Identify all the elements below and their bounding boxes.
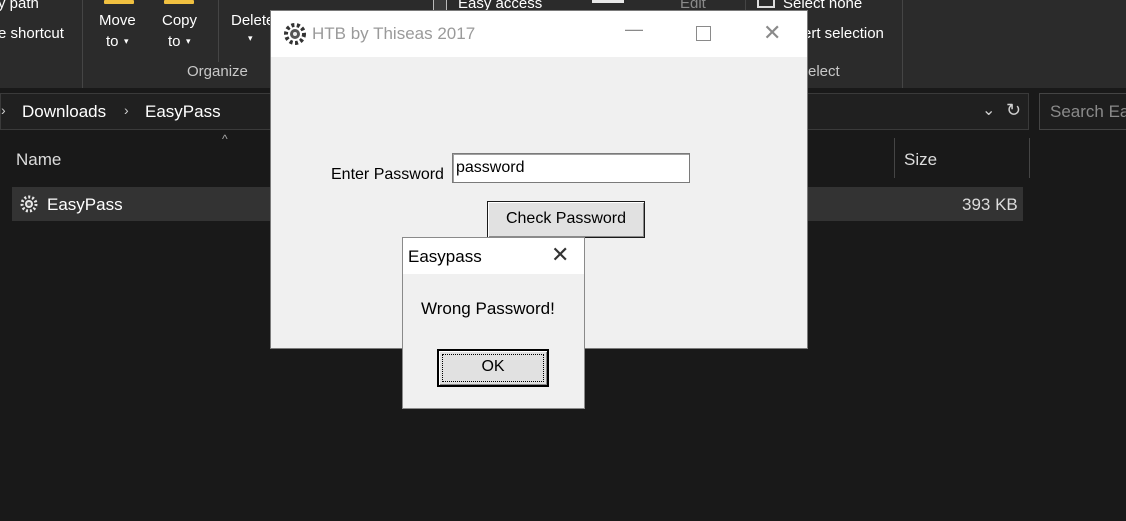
minimize-icon[interactable]: — — [625, 19, 643, 40]
search-placeholder: Search Ea — [1050, 102, 1126, 121]
chevron-right-icon: › — [1, 102, 6, 118]
move-to-folder-icon — [104, 0, 134, 4]
window-title: HTB by Thiseas 2017 — [312, 24, 476, 43]
file-name: EasyPass — [47, 195, 123, 214]
title-bar[interactable]: HTB by Thiseas 2017 — ✕ — [271, 11, 807, 57]
select-none-icon — [757, 0, 775, 8]
gear-app-icon — [20, 195, 38, 213]
properties-icon — [592, 0, 624, 3]
gear-app-icon — [284, 23, 306, 45]
search-input[interactable]: Search Ea — [1039, 93, 1126, 130]
chevron-down-icon: ▾ — [124, 36, 129, 46]
copy-to-label: Copy — [162, 12, 198, 29]
chevron-right-icon: › — [124, 102, 129, 118]
column-divider[interactable] — [894, 138, 895, 178]
popup-title-bar[interactable]: Easypass ✕ — [403, 238, 584, 274]
breadcrumb-easypass[interactable]: EasyPass — [145, 102, 221, 122]
ok-button[interactable]: OK — [437, 349, 549, 387]
popup-message: Wrong Password! — [421, 299, 555, 318]
chevron-down-icon: ▾ — [186, 36, 191, 46]
move-to-label-2: to — [106, 33, 119, 50]
copy-to-label-2: to — [168, 33, 181, 50]
ribbon-divider — [82, 0, 83, 88]
move-to-label: Move — [99, 12, 136, 29]
organize-group-label: Organize — [187, 63, 248, 80]
chevron-down-icon: ▾ — [248, 33, 253, 43]
copy-to-button[interactable]: Copy to ▾ — [158, 0, 206, 56]
column-divider[interactable] — [1029, 138, 1030, 178]
delete-label: Delete — [231, 12, 275, 29]
copy-to-folder-icon — [164, 0, 194, 4]
column-header-name[interactable]: Name — [16, 150, 61, 170]
popup-title: Easypass — [408, 247, 482, 266]
column-header-size[interactable]: Size — [904, 150, 937, 170]
sort-up-icon: ^ — [222, 132, 228, 146]
close-icon[interactable]: ✕ — [551, 242, 569, 268]
paste-shortcut-button[interactable]: e shortcut — [0, 25, 64, 42]
select-group-label: elect — [808, 63, 840, 80]
password-input[interactable] — [452, 153, 690, 183]
chevron-down-icon[interactable]: ⌄ — [982, 100, 995, 120]
ribbon-divider — [902, 0, 903, 88]
delete-button[interactable]: Delete ▾ — [228, 0, 275, 56]
ribbon-divider — [218, 0, 219, 62]
focus-rect — [442, 354, 544, 382]
move-to-button[interactable]: Move to ▾ — [96, 0, 144, 56]
message-box: Easypass ✕ Wrong Password! OK — [402, 237, 585, 409]
refresh-icon[interactable]: ↻ — [1006, 100, 1021, 121]
file-size: 393 KB — [962, 195, 1018, 214]
close-icon[interactable]: ✕ — [763, 20, 781, 46]
check-password-button[interactable]: Check Password — [487, 201, 645, 238]
breadcrumb-downloads[interactable]: Downloads — [22, 102, 106, 122]
copy-path-button[interactable]: y path — [0, 0, 39, 12]
invert-selection-button[interactable]: ert selection — [803, 25, 884, 42]
password-label: Enter Password — [331, 166, 444, 183]
maximize-icon[interactable] — [696, 26, 711, 41]
